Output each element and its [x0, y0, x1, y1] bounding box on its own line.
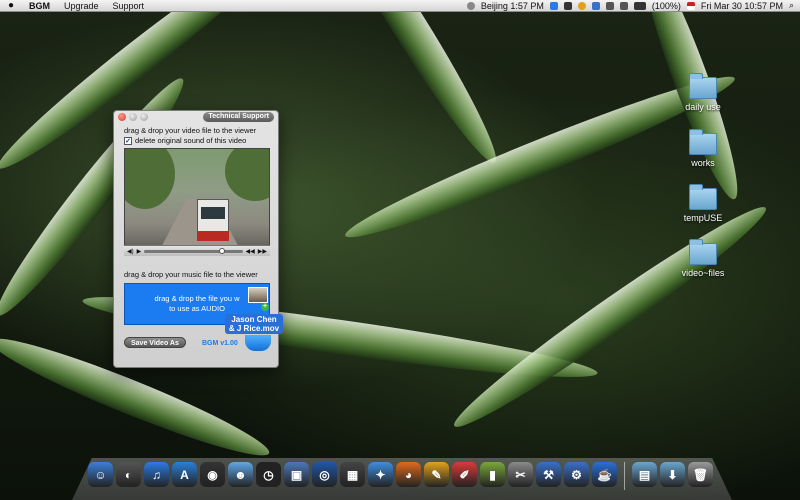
java-icon[interactable]: ☕ — [592, 462, 617, 487]
delete-sound-checkbox[interactable]: ✓ — [124, 136, 132, 145]
video-frame-tram-window — [201, 207, 225, 219]
dock-separator — [624, 462, 625, 490]
desktop-folder[interactable]: daily use — [668, 73, 738, 112]
battery-icon[interactable] — [633, 1, 646, 10]
zoom-button[interactable] — [140, 113, 148, 121]
front-row-icon[interactable]: ◉ — [200, 462, 225, 487]
step-forward-icon[interactable]: ▶▶ — [258, 248, 267, 255]
technical-support-button[interactable]: Technical Support — [203, 112, 274, 122]
video-frame-tree — [125, 149, 175, 209]
tools-icon[interactable]: ⚙ — [564, 462, 589, 487]
world-clock-icon[interactable] — [466, 1, 475, 10]
volume-control-icon[interactable]: ◀) — [127, 248, 134, 255]
coffee-cup-icon — [245, 335, 271, 351]
app-status-icon[interactable] — [549, 1, 558, 10]
photo-booth-icon[interactable]: ▦ — [340, 462, 365, 487]
video-controls: ◀) ▶ ◀◀ ▶▶ — [124, 245, 270, 256]
folder-icon — [689, 129, 717, 155]
input-flag-icon[interactable] — [686, 1, 695, 10]
delete-sound-label: delete original sound of this video — [135, 136, 247, 145]
folder-label: works — [691, 158, 715, 168]
clock-icon[interactable]: ◷ — [256, 462, 281, 487]
dragged-file-name-line1: Jason Chen — [231, 315, 277, 324]
video-viewer[interactable] — [124, 148, 270, 256]
save-video-as-button[interactable]: Save Video As — [124, 337, 186, 348]
pencil-tool-icon[interactable]: ✎ — [424, 462, 449, 487]
folder-icon — [689, 73, 717, 99]
text-edit-icon[interactable]: ✐ — [452, 462, 477, 487]
dropzone-text-line2: to use as AUDIO — [169, 304, 225, 313]
minimize-button[interactable] — [129, 113, 137, 121]
safari-icon[interactable]: ✦ — [368, 462, 393, 487]
seek-bar[interactable] — [144, 247, 243, 254]
world-clock-text[interactable]: Beijing 1:57 PM — [481, 1, 544, 11]
folder-label: daily use — [685, 102, 721, 112]
bgm-window: Technical Support drag & drop your video… — [113, 110, 283, 368]
menu-support[interactable]: Support — [106, 0, 152, 12]
volume-icon[interactable] — [619, 1, 628, 10]
version-label: BGM v1.00 — [202, 340, 238, 347]
app-store-icon[interactable]: A — [172, 462, 197, 487]
utility-icon[interactable]: ✂ — [508, 462, 533, 487]
wallpaper-leaf — [310, 0, 510, 172]
apple-menu-icon[interactable]: ● — [0, 0, 22, 11]
delete-sound-option[interactable]: ✓ delete original sound of this video — [124, 136, 246, 145]
video-frame-tree — [225, 149, 269, 201]
window-titlebar[interactable]: Technical Support — [114, 111, 278, 123]
wallpaper-leaf — [444, 194, 776, 440]
music-drop-hint: drag & drop your music file to the viewe… — [124, 270, 258, 279]
folder-label: tempUSE — [683, 213, 723, 223]
trash-icon[interactable]: 🗑 — [688, 462, 713, 487]
itunes-icon[interactable]: ♫ — [144, 462, 169, 487]
dashboard-icon[interactable]: ◐ — [116, 462, 141, 487]
bluetooth-icon[interactable] — [563, 1, 572, 10]
downloads-folder-icon[interactable]: ⬇ — [660, 462, 685, 487]
spotlight-icon[interactable]: ⌕ — [789, 0, 794, 11]
menu-extras: Beijing 1:57 PM (100%) Fri Mar 30 10:57 … — [466, 0, 800, 11]
add-plus-icon: + — [261, 303, 269, 311]
step-back-icon[interactable]: ◀◀ — [246, 248, 255, 255]
menu-bar: ● BGM Upgrade Support Beijing 1:57 PM (1… — [0, 0, 800, 12]
folder-label: video~files — [681, 268, 725, 278]
chart-app-icon[interactable]: ▮ — [480, 462, 505, 487]
close-button[interactable] — [118, 113, 126, 121]
dragged-file-thumbnail — [248, 287, 268, 303]
firefox-icon[interactable]: ◕ — [396, 462, 421, 487]
menu-upgrade[interactable]: Upgrade — [57, 0, 106, 12]
seek-knob[interactable] — [218, 247, 225, 254]
preview-icon[interactable]: ▣ — [284, 462, 309, 487]
sync-icon[interactable] — [577, 1, 586, 10]
folder-icon — [689, 184, 717, 210]
play-button[interactable]: ▶ — [137, 248, 142, 255]
dock: ☺ ◐ ♫ A ◉ ☻ ◷ ▣ ◎ ▦ ✦ ◕ ✎ ✐ ▮ ✂ ⚒ ⚙ ☕ ▤ ⬇ 🗑 — [72, 458, 732, 500]
desktop-folder[interactable]: tempUSE — [668, 184, 738, 223]
folder-icon — [689, 239, 717, 265]
video-frame-tram-stripe — [197, 231, 229, 241]
desktop-folder[interactable]: works — [668, 129, 738, 168]
applications-folder-icon[interactable]: ▤ — [632, 462, 657, 487]
desktop-folder[interactable]: video~files — [668, 239, 738, 278]
time-machine-icon[interactable] — [591, 1, 600, 10]
wifi-icon[interactable] — [605, 1, 614, 10]
menu-clock[interactable]: Fri Mar 30 10:57 PM — [701, 1, 783, 11]
xcode-icon[interactable]: ⚒ — [536, 462, 561, 487]
battery-percent[interactable]: (100%) — [652, 1, 681, 11]
google-earth-icon[interactable]: ◎ — [312, 462, 337, 487]
video-drop-hint: drag & drop your video file to the viewe… — [124, 126, 257, 135]
finder-icon[interactable]: ☺ — [88, 462, 113, 487]
ichat-icon[interactable]: ☻ — [228, 462, 253, 487]
dragged-file-name-line2: & J Rice.mov — [228, 324, 280, 333]
dragged-file-name: Jason Chen & J Rice.mov — [225, 314, 283, 334]
menu-app-name[interactable]: BGM — [22, 0, 57, 12]
